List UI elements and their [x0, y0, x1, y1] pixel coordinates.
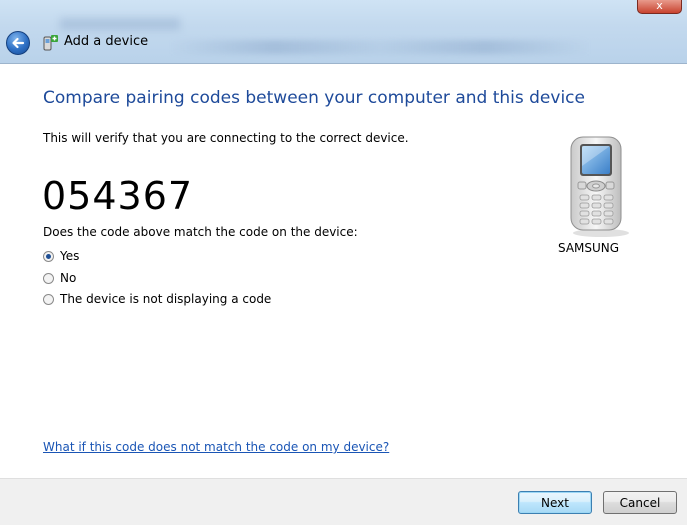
radio-label-no: No [60, 271, 77, 285]
device-name-label: SAMSUNG [558, 241, 620, 255]
pairing-code: 054367 [42, 174, 194, 218]
next-button[interactable]: Next [518, 491, 592, 514]
radio-label-yes: Yes [60, 249, 80, 263]
mobile-phone-icon [565, 134, 631, 238]
page-subtext: This will verify that you are connecting… [43, 131, 409, 145]
radio-label-no-code: The device is not displaying a code [60, 292, 272, 306]
cancel-button[interactable]: Cancel [603, 491, 677, 514]
wizard-footer: Next Cancel [0, 478, 687, 525]
close-button[interactable]: x [637, 0, 682, 14]
title-bar-glass-blur-small [60, 18, 180, 30]
code-mismatch-help-link[interactable]: What if this code does not match the cod… [43, 440, 389, 454]
back-button[interactable] [6, 31, 30, 55]
window-title: Add a device [64, 34, 149, 49]
wizard-content: Compare pairing codes between your compu… [0, 64, 687, 477]
radio-option-no-code[interactable]: The device is not displaying a code [43, 292, 271, 306]
radio-option-no[interactable]: No [43, 271, 76, 285]
radio-button-no-code[interactable] [43, 293, 54, 305]
radio-option-yes[interactable]: Yes [43, 249, 79, 263]
match-question: Does the code above match the code on th… [43, 225, 358, 239]
radio-button-no[interactable] [43, 272, 54, 284]
title-bar: x Add a device [0, 0, 687, 64]
back-arrow-icon [12, 37, 25, 49]
add-device-icon [41, 34, 59, 52]
page-heading: Compare pairing codes between your compu… [43, 88, 585, 108]
title-bar-glass-blur [170, 40, 590, 54]
radio-button-yes[interactable] [43, 250, 54, 262]
